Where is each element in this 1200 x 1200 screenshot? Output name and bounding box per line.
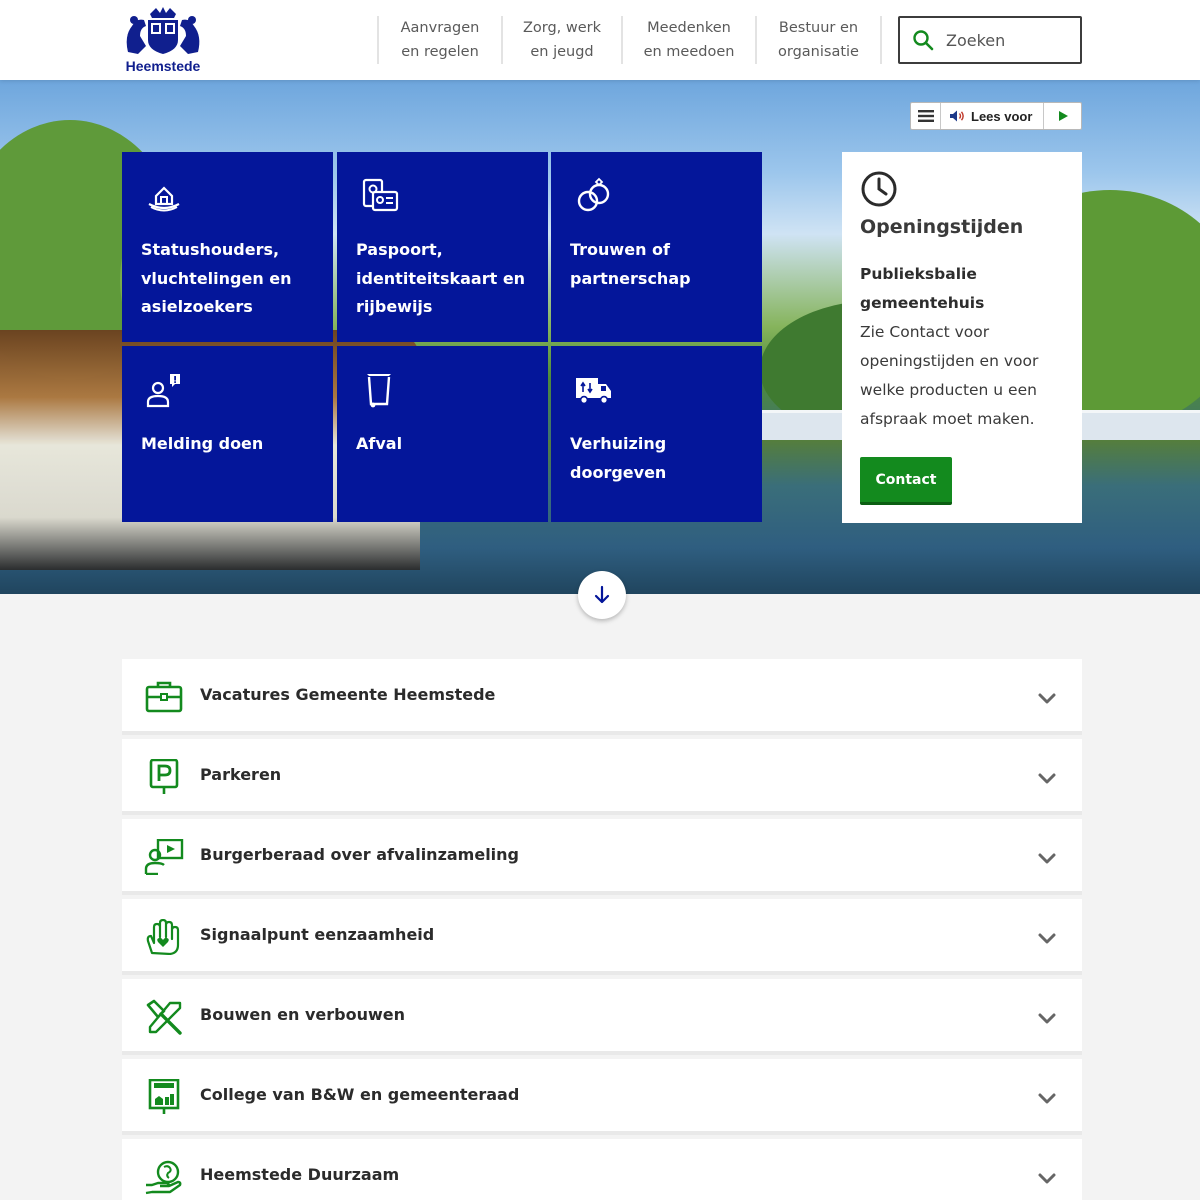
accordion-item-parkeren[interactable]: Parkeren bbox=[122, 739, 1082, 815]
accordion-label: Bouwen en verbouwen bbox=[200, 1005, 406, 1024]
chevron-down-icon bbox=[1038, 1013, 1056, 1024]
nav-label-line: en regelen bbox=[401, 44, 479, 60]
readspeaker-read-button[interactable]: Lees voor bbox=[941, 103, 1043, 129]
hammer-icon bbox=[146, 999, 182, 1035]
tile-label: Verhuizing doorgeven bbox=[570, 434, 667, 482]
moving-truck-icon bbox=[576, 378, 611, 405]
tile-trouwen[interactable]: Trouwen of partnerschap bbox=[551, 152, 762, 342]
nav-aanvragen-en-regelen[interactable]: Aanvragen en regelen bbox=[377, 16, 501, 64]
accordion-label: Vacatures Gemeente Heemstede bbox=[200, 685, 496, 704]
nav-label-line: Meedenken bbox=[647, 20, 731, 36]
logo-wordmark: Heemstede bbox=[125, 58, 201, 74]
rings-icon bbox=[577, 177, 610, 212]
chevron-down-icon bbox=[1038, 853, 1056, 864]
heemstede-logo[interactable]: Heemstede bbox=[122, 6, 204, 76]
contact-button[interactable]: Contact bbox=[860, 457, 952, 505]
nav-label-line: Bestuur en bbox=[778, 20, 859, 36]
opening-hours-title: Openingstijden bbox=[860, 216, 1024, 238]
search-icon[interactable] bbox=[912, 29, 934, 51]
tile-label: Trouwen of partnerschap bbox=[570, 240, 691, 288]
play-icon bbox=[1058, 111, 1068, 121]
accordion-item-bouwen[interactable]: Bouwen en verbouwen bbox=[122, 979, 1082, 1055]
accordion-label: Signaalpunt eenzaamheid bbox=[200, 925, 435, 944]
search-input[interactable] bbox=[946, 30, 1066, 50]
quick-tiles: Statushouders, vluchtelingen en asielzoe… bbox=[122, 152, 762, 522]
presentation-icon bbox=[144, 839, 184, 875]
nav-label-line: organisatie bbox=[778, 44, 859, 60]
tile-label: Paspoort, identiteitskaart en rijbewijs bbox=[356, 240, 526, 316]
tile-afval[interactable]: Afval bbox=[337, 346, 548, 522]
clock-icon bbox=[861, 171, 897, 207]
opening-hours-subtitle: Publieksbalie gemeentehuis bbox=[860, 265, 985, 312]
menu-icon bbox=[917, 110, 934, 122]
chevron-down-icon bbox=[1038, 1173, 1056, 1184]
chevron-down-icon bbox=[1038, 693, 1056, 704]
tile-paspoort[interactable]: Paspoort, identiteitskaart en rijbewijs bbox=[337, 152, 548, 342]
readspeaker-label: Lees voor bbox=[971, 108, 1033, 124]
opening-hours-text: Zie Contact voor openingstijden en voor … bbox=[860, 323, 1039, 428]
accordion-item-burgerberaad[interactable]: Burgerberaad over afvalinzameling bbox=[122, 819, 1082, 895]
sustainability-hand-icon bbox=[145, 1160, 182, 1195]
chevron-down-icon bbox=[1038, 773, 1056, 784]
id-documents-icon bbox=[362, 178, 399, 212]
chevron-down-icon bbox=[1038, 933, 1056, 944]
nav-label-line: Aanvragen bbox=[400, 20, 480, 36]
tile-statushouders[interactable]: Statushouders, vluchtelingen en asielzoe… bbox=[122, 152, 333, 342]
accordion-label: Parkeren bbox=[200, 765, 282, 784]
tile-verhuizing[interactable]: Verhuizing doorgeven bbox=[551, 346, 762, 522]
accordion-label: College van B&W en gemeenteraad bbox=[200, 1085, 520, 1104]
tile-label: Afval bbox=[356, 434, 403, 453]
readspeaker-bar: Lees voor bbox=[910, 102, 1082, 130]
accordion-item-signaalpunt[interactable]: Signaalpunt eenzaamheid bbox=[122, 899, 1082, 975]
opening-hours-card: Openingstijden Publieksbalie gemeentehui… bbox=[842, 152, 1082, 523]
arrow-down-icon bbox=[594, 585, 610, 604]
tile-label: Statushouders, vluchtelingen en asielzoe… bbox=[141, 240, 292, 316]
accordion-item-duurzaam[interactable]: Heemstede Duurzaam bbox=[122, 1139, 1082, 1200]
nav-label-line: Zorg, werk bbox=[522, 20, 602, 36]
welcome-sign-icon bbox=[148, 1079, 180, 1114]
chevron-down-icon bbox=[1038, 1093, 1056, 1104]
nav-bestuur-en-organisatie[interactable]: Bestuur en organisatie bbox=[755, 16, 882, 64]
hero-section: Lees voor Statushouders, vluchtelingen e… bbox=[0, 80, 1200, 594]
tile-melding-doen[interactable]: Melding doen bbox=[122, 346, 333, 522]
accordion-label: Burgerberaad over afvalinzameling bbox=[200, 845, 520, 864]
waste-bin-icon bbox=[367, 374, 391, 408]
parking-sign-icon bbox=[149, 759, 179, 794]
shelter-icon bbox=[148, 186, 180, 212]
helping-hand-icon bbox=[146, 919, 180, 955]
nav-label-line: en meedoen bbox=[643, 44, 735, 60]
nav-meedenken-en-meedoen[interactable]: Meedenken en meedoen bbox=[621, 16, 755, 64]
report-person-icon bbox=[146, 374, 180, 408]
briefcase-icon bbox=[145, 681, 183, 713]
scroll-down-button[interactable] bbox=[578, 571, 626, 619]
search-box bbox=[898, 16, 1082, 64]
nav-label-line: en jeugd bbox=[530, 44, 594, 60]
accordion-label: Heemstede Duurzaam bbox=[200, 1165, 400, 1184]
accordion-item-college[interactable]: College van B&W en gemeenteraad bbox=[122, 1059, 1082, 1135]
readspeaker-play-button[interactable] bbox=[1043, 103, 1081, 129]
coat-of-arms-icon bbox=[126, 7, 200, 55]
tile-label: Melding doen bbox=[141, 434, 264, 453]
nav-zorg-werk-en-jeugd[interactable]: Zorg, werk en jeugd bbox=[501, 16, 621, 64]
accordion-item-vacatures[interactable]: Vacatures Gemeente Heemstede bbox=[122, 659, 1082, 735]
speaker-icon bbox=[950, 110, 964, 122]
site-header: Heemstede Aanvragen en regelen Zorg, wer… bbox=[0, 0, 1200, 80]
readspeaker-menu-button[interactable] bbox=[911, 103, 941, 129]
